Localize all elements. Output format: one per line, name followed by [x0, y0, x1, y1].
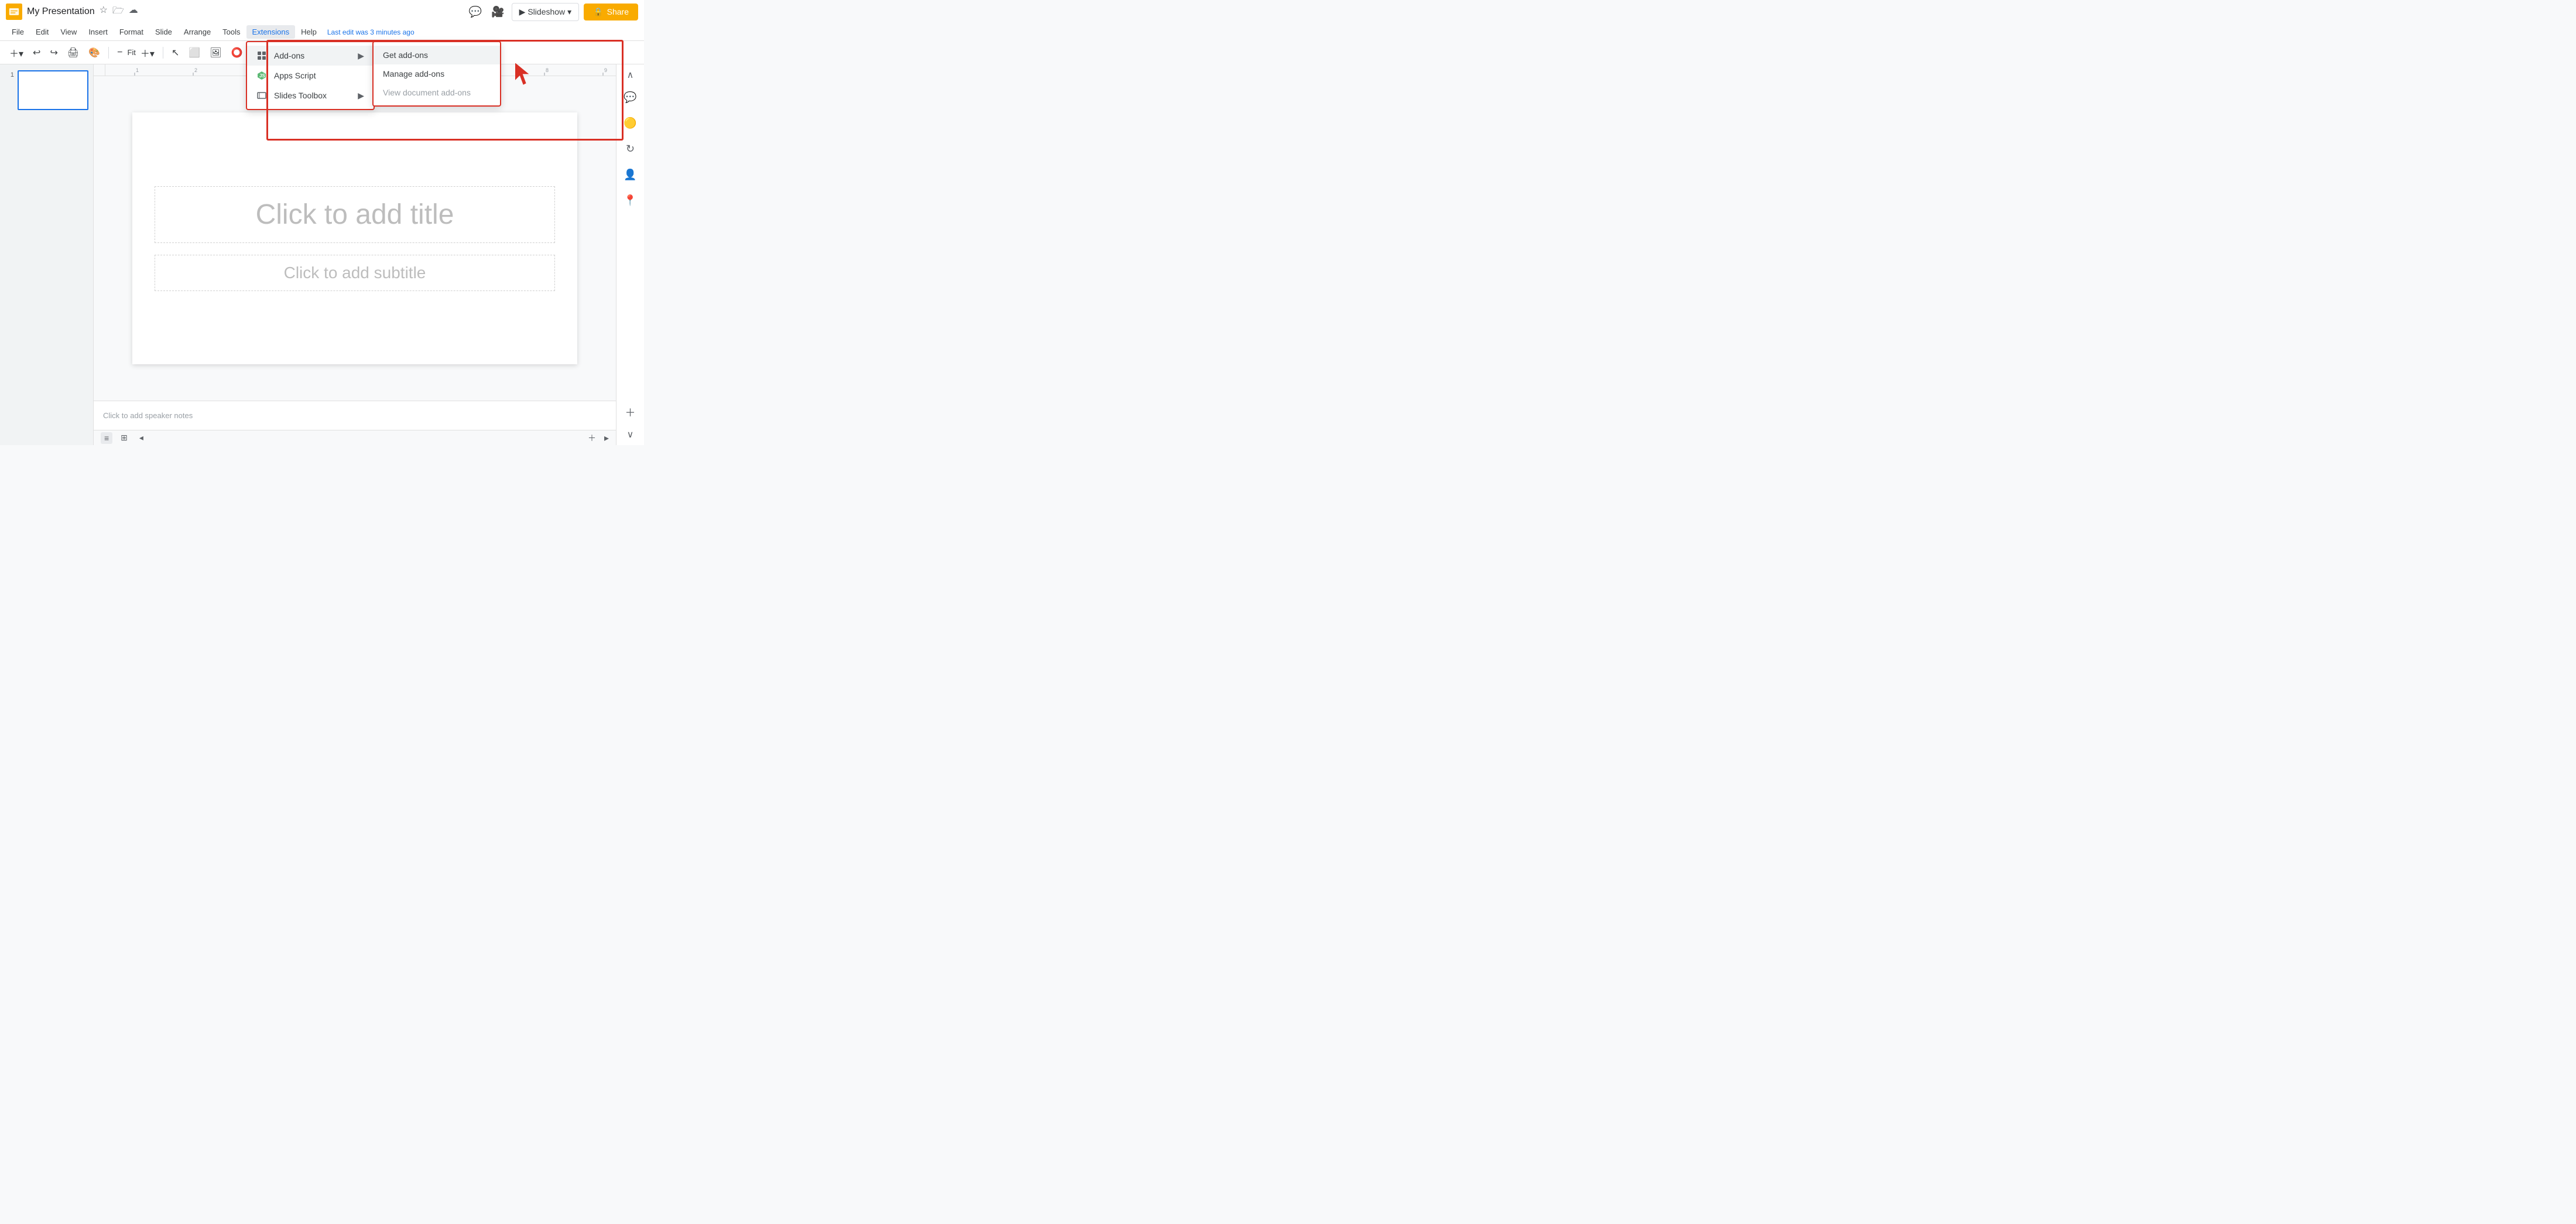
zoom-label: Fit [127, 48, 135, 57]
sidebar-collab-icon[interactable]: 🟡 [621, 114, 640, 132]
sidebar-add-icon[interactable]: ＋ [621, 403, 640, 422]
share-button[interactable]: 🔒 Share [584, 4, 638, 20]
slide-canvas[interactable]: Click to add title Click to add subtitle [132, 112, 577, 364]
apps-script-label: Apps Script [274, 71, 316, 80]
right-sidebar: ∧ 💬 🟡 ↻ 👤 📍 ＋ ∨ [616, 64, 644, 445]
addons-icon [256, 50, 267, 61]
slideshow-icon: ▶ [519, 7, 526, 17]
notes-placeholder: Click to add speaker notes [103, 411, 193, 420]
sidebar-refresh-icon[interactable]: ↻ [621, 139, 640, 158]
slide-number: 1 [5, 71, 14, 78]
menu-view[interactable]: View [54, 25, 83, 39]
last-edit-text: Last edit was 3 minutes ago [327, 28, 415, 36]
zoom-in-button[interactable]: ＋▾ [137, 43, 158, 62]
bottom-right-chevron[interactable]: ▸ [604, 432, 609, 444]
get-addons-item[interactable]: Get add-ons [374, 46, 500, 64]
view-doc-addons-item: View document add-ons [374, 83, 500, 102]
svg-text:2: 2 [194, 67, 197, 73]
folder-icon[interactable]: 🗁 [112, 4, 124, 20]
slideshow-label: Slideshow [527, 7, 565, 16]
app-icon [6, 4, 22, 20]
slideshow-button[interactable]: ▶ Slideshow ▾ [512, 3, 580, 21]
sidebar-person-icon[interactable]: 👤 [621, 165, 640, 184]
slides-toolbox-label: Slides Toolbox [274, 91, 327, 100]
extensions-addons-item[interactable]: Add-ons ▶ [247, 46, 374, 66]
menu-arrange[interactable]: Arrange [178, 25, 217, 39]
svg-text:9: 9 [604, 67, 607, 73]
svg-text:JS: JS [259, 73, 265, 78]
star-icon[interactable]: ☆ [100, 4, 108, 20]
menu-extensions[interactable]: Extensions [246, 25, 296, 39]
slides-toolbox-arrow-icon: ▶ [358, 91, 364, 101]
speaker-notes[interactable]: Click to add speaker notes [94, 401, 616, 430]
print-button[interactable]: 🖨 [64, 45, 83, 61]
zoom-out-button[interactable]: − [114, 45, 126, 60]
shapes-button[interactable]: ⭕ [228, 45, 246, 61]
zoom-control[interactable]: − Fit ＋▾ [114, 43, 158, 62]
addons-label: Add-ons [274, 51, 304, 60]
title-placeholder[interactable]: Click to add title [155, 186, 555, 243]
slide-preview-1[interactable] [18, 70, 88, 110]
slide-panel: 1 [0, 64, 94, 445]
slide-thumbnail-1[interactable]: 1 [5, 70, 88, 110]
chevron-down-icon[interactable]: ∨ [627, 429, 634, 440]
slide-view-button[interactable]: ≡ [101, 432, 112, 444]
menu-format[interactable]: Format [114, 25, 149, 39]
menu-tools[interactable]: Tools [217, 25, 246, 39]
cloud-icon[interactable]: ☁ [129, 4, 138, 20]
text-box-button[interactable]: ⬜ [185, 45, 204, 61]
get-addons-label: Get add-ons [383, 50, 428, 60]
undo-button[interactable]: ↩ [29, 45, 44, 61]
image-button[interactable]: 🖼 [206, 45, 225, 61]
paint-format-button[interactable]: 🎨 [85, 45, 104, 61]
svg-text:8: 8 [546, 67, 549, 73]
menu-bar: File Edit View Insert Format Slide Arran… [0, 23, 644, 41]
chevron-up-icon[interactable]: ∧ [627, 69, 634, 81]
ruler-corner [94, 64, 105, 76]
apps-script-icon: JS [256, 70, 267, 81]
extensions-slides-toolbox-item[interactable]: Slides Toolbox ▶ [247, 86, 374, 105]
canvas-container[interactable]: Click to add title Click to add subtitle [94, 76, 616, 401]
cursor-button[interactable]: ↖ [168, 45, 183, 61]
title-right-actions: 💬 🎥 ▶ Slideshow ▾ 🔒 Share [467, 3, 638, 21]
menu-help[interactable]: Help [295, 25, 323, 39]
addons-submenu: Get add-ons Manage add-ons View document… [372, 41, 501, 107]
sidebar-chat-icon[interactable]: 💬 [621, 88, 640, 107]
add-button[interactable]: ＋▾ [6, 43, 27, 62]
redo-button[interactable]: ↪ [46, 45, 61, 61]
menu-file[interactable]: File [6, 25, 30, 39]
lock-icon: 🔒 [593, 7, 603, 17]
svg-text:1: 1 [136, 67, 139, 73]
slides-toolbox-icon [256, 90, 267, 101]
extensions-menu: Add-ons ▶ JS Apps Script Slides Toolbox … [246, 41, 375, 110]
toolbar-separator-1 [108, 47, 109, 59]
sidebar-collapse-button[interactable]: ◂ [136, 432, 147, 444]
presentation-title: My Presentation [27, 6, 95, 17]
comments-button[interactable]: 💬 [467, 4, 484, 20]
manage-addons-item[interactable]: Manage add-ons [374, 64, 500, 83]
title-bar: My Presentation ☆ 🗁 ☁ 💬 🎥 ▶ Slideshow ▾ … [0, 0, 644, 23]
subtitle-placeholder[interactable]: Click to add subtitle [155, 255, 555, 291]
menu-slide[interactable]: Slide [149, 25, 178, 39]
view-doc-addons-label: View document add-ons [383, 88, 471, 97]
sidebar-location-icon[interactable]: 📍 [621, 191, 640, 210]
title-action-icons: ☆ 🗁 ☁ [100, 4, 138, 20]
addons-arrow-icon: ▶ [358, 51, 364, 61]
meet-button[interactable]: 🎥 [489, 4, 506, 20]
extensions-apps-script-item[interactable]: JS Apps Script [247, 66, 374, 86]
bottom-bar: ≡ ⊞ ◂ ＋ ▸ [94, 430, 616, 445]
menu-insert[interactable]: Insert [83, 25, 114, 39]
menu-edit[interactable]: Edit [30, 25, 54, 39]
slideshow-chevron-icon: ▾ [567, 7, 571, 17]
share-label: Share [607, 7, 629, 16]
manage-addons-label: Manage add-ons [383, 69, 444, 78]
add-slide-bottom-button[interactable]: ＋ [584, 431, 600, 445]
grid-view-button[interactable]: ⊞ [117, 432, 131, 444]
